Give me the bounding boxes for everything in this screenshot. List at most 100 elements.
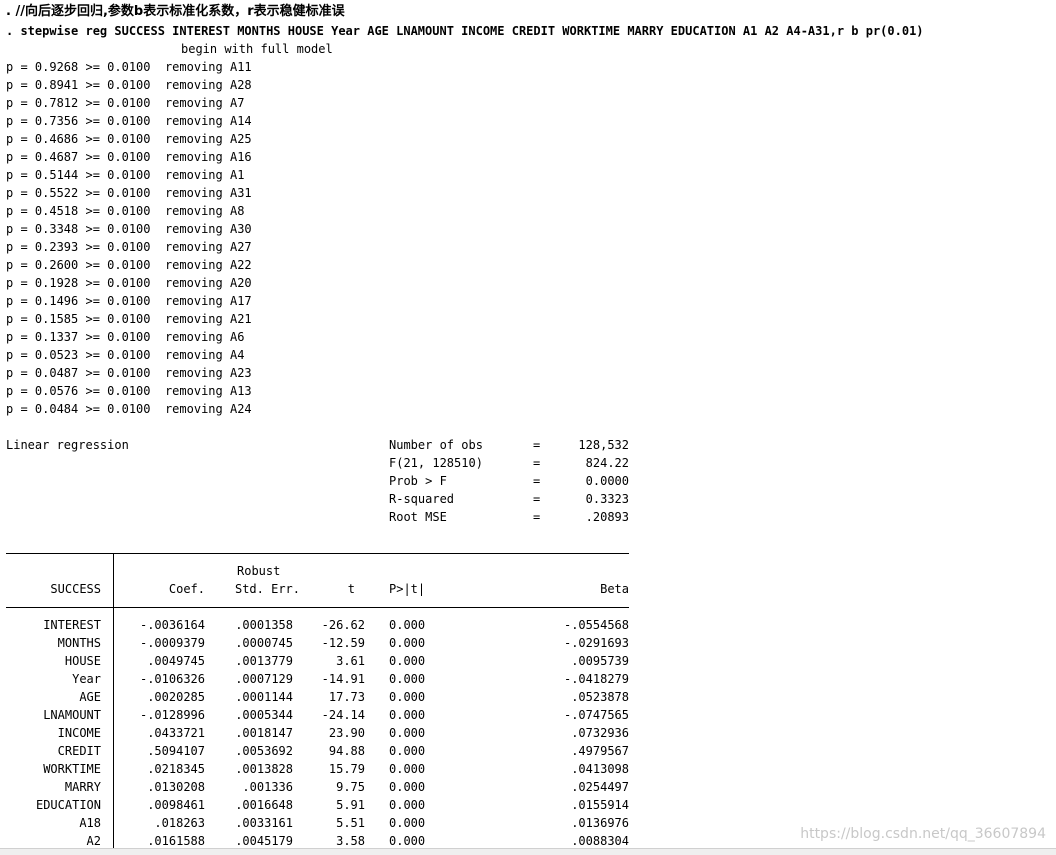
table-header-rule bbox=[6, 607, 629, 608]
watermark: https://blog.csdn.net/qq_36607894 bbox=[800, 826, 1046, 842]
stat-value: 0.3323 bbox=[585, 492, 629, 506]
removal-step: p = 0.0576 >= 0.0100 removing A13 bbox=[6, 384, 252, 398]
row-coef: -.0128996 bbox=[139, 708, 205, 722]
row-t: 5.51 bbox=[336, 816, 365, 830]
row-p: 0.000 bbox=[389, 690, 426, 704]
removal-step: p = 0.5144 >= 0.0100 removing A1 bbox=[6, 168, 245, 182]
row-se: .0018147 bbox=[235, 726, 293, 740]
row-p: 0.000 bbox=[389, 816, 426, 830]
regression-title: Linear regression bbox=[6, 438, 129, 452]
row-variable: HOUSE bbox=[64, 654, 101, 668]
removal-step: p = 0.5522 >= 0.0100 removing A31 bbox=[6, 186, 252, 200]
row-beta: .0136976 bbox=[571, 816, 629, 830]
table-top-rule bbox=[6, 553, 629, 554]
row-se: .0007129 bbox=[235, 672, 293, 686]
removal-step: p = 0.0484 >= 0.0100 removing A24 bbox=[6, 402, 252, 416]
row-t: -26.62 bbox=[321, 618, 365, 632]
row-p: 0.000 bbox=[389, 636, 426, 650]
row-se: .0053692 bbox=[235, 744, 293, 758]
se-header: Std. Err. bbox=[234, 582, 300, 596]
stat-value: 0.0000 bbox=[585, 474, 629, 488]
row-beta: .0095739 bbox=[571, 654, 629, 668]
row-p: 0.000 bbox=[389, 762, 426, 776]
row-se: .0033161 bbox=[235, 816, 293, 830]
stat-label: Prob > F bbox=[389, 474, 447, 488]
row-t: 17.73 bbox=[328, 690, 365, 704]
row-t: -24.14 bbox=[321, 708, 365, 722]
removal-step: p = 0.9268 >= 0.0100 removing A11 bbox=[6, 60, 252, 74]
stat-equals: = bbox=[533, 438, 541, 452]
row-beta: .4979567 bbox=[571, 744, 629, 758]
row-variable: INTEREST bbox=[43, 618, 101, 632]
row-p: 0.000 bbox=[389, 654, 426, 668]
row-p: 0.000 bbox=[389, 744, 426, 758]
removal-step: p = 0.4518 >= 0.0100 removing A8 bbox=[6, 204, 245, 218]
row-t: 94.88 bbox=[328, 744, 365, 758]
row-se: .0013828 bbox=[235, 762, 293, 776]
row-t: 5.91 bbox=[336, 798, 365, 812]
stat-equals: = bbox=[533, 510, 541, 524]
stat-value: 128,532 bbox=[578, 438, 629, 452]
removal-step: p = 0.1496 >= 0.0100 removing A17 bbox=[6, 294, 252, 308]
comment-line: . //向后逐步回归,参数b表示标准化系数，r表示稳健标准误 bbox=[6, 4, 345, 19]
row-variable: MONTHS bbox=[57, 636, 101, 650]
row-variable: INCOME bbox=[57, 726, 101, 740]
removal-step: p = 0.7356 >= 0.0100 removing A14 bbox=[6, 114, 252, 128]
row-p: 0.000 bbox=[389, 726, 426, 740]
row-t: 23.90 bbox=[328, 726, 365, 740]
removal-step: p = 0.4686 >= 0.0100 removing A25 bbox=[6, 132, 252, 146]
row-coef: .0098461 bbox=[147, 798, 205, 812]
row-t: 3.61 bbox=[336, 654, 365, 668]
removal-step: p = 0.3348 >= 0.0100 removing A30 bbox=[6, 222, 252, 236]
robust-header: Robust bbox=[237, 564, 281, 578]
row-beta: -.0554568 bbox=[563, 618, 629, 632]
removal-step: p = 0.1928 >= 0.0100 removing A20 bbox=[6, 276, 252, 290]
row-coef: .0433721 bbox=[147, 726, 205, 740]
row-beta: .0254497 bbox=[571, 780, 629, 794]
removal-step: p = 0.2393 >= 0.0100 removing A27 bbox=[6, 240, 252, 254]
row-se: .001336 bbox=[242, 780, 293, 794]
row-variable: Year bbox=[72, 672, 101, 686]
row-se: .0001144 bbox=[235, 690, 293, 704]
row-p: 0.000 bbox=[389, 798, 426, 812]
stat-label: Number of obs bbox=[389, 438, 483, 452]
row-p: 0.000 bbox=[389, 780, 426, 794]
row-variable: WORKTIME bbox=[43, 762, 101, 776]
row-coef: .018263 bbox=[154, 816, 205, 830]
row-variable: LNAMOUNT bbox=[43, 708, 101, 722]
removal-step: p = 0.0523 >= 0.0100 removing A4 bbox=[6, 348, 245, 362]
row-coef: .0020285 bbox=[147, 690, 205, 704]
row-beta: .0523878 bbox=[571, 690, 629, 704]
row-coef: .0130208 bbox=[147, 780, 205, 794]
coef-header: Coef. bbox=[168, 582, 205, 596]
row-variable: MARRY bbox=[64, 780, 101, 794]
row-variable: CREDIT bbox=[57, 744, 101, 758]
row-t: -14.91 bbox=[321, 672, 365, 686]
stat-label: R-squared bbox=[389, 492, 455, 506]
command-line: . stepwise reg SUCCESS INTEREST MONTHS H… bbox=[6, 24, 924, 38]
row-p: 0.000 bbox=[389, 618, 426, 632]
row-variable: A18 bbox=[79, 816, 101, 830]
row-p: 0.000 bbox=[389, 672, 426, 686]
row-p: 0.000 bbox=[389, 708, 426, 722]
stat-equals: = bbox=[533, 492, 541, 506]
row-se: .0001358 bbox=[235, 618, 293, 632]
stat-value: 824.22 bbox=[585, 456, 629, 470]
removal-step: p = 0.2600 >= 0.0100 removing A22 bbox=[6, 258, 252, 272]
row-coef: .0218345 bbox=[147, 762, 205, 776]
row-se: .0016648 bbox=[235, 798, 293, 812]
row-beta: -.0418279 bbox=[563, 672, 629, 686]
row-beta: .0155914 bbox=[571, 798, 629, 812]
table-divider bbox=[113, 553, 114, 854]
stat-label: Root MSE bbox=[389, 510, 447, 524]
row-se: .0005344 bbox=[235, 708, 293, 722]
row-beta: -.0291693 bbox=[563, 636, 629, 650]
row-coef: -.0009379 bbox=[139, 636, 205, 650]
removal-step: p = 0.7812 >= 0.0100 removing A7 bbox=[6, 96, 245, 110]
removal-step: p = 0.0487 >= 0.0100 removing A23 bbox=[6, 366, 252, 380]
stat-value: .20893 bbox=[585, 510, 629, 524]
row-se: .0000745 bbox=[235, 636, 293, 650]
stat-label: F(21, 128510) bbox=[389, 456, 483, 470]
removal-step: p = 0.1585 >= 0.0100 removing A21 bbox=[6, 312, 252, 326]
beta-header: Beta bbox=[600, 582, 629, 596]
